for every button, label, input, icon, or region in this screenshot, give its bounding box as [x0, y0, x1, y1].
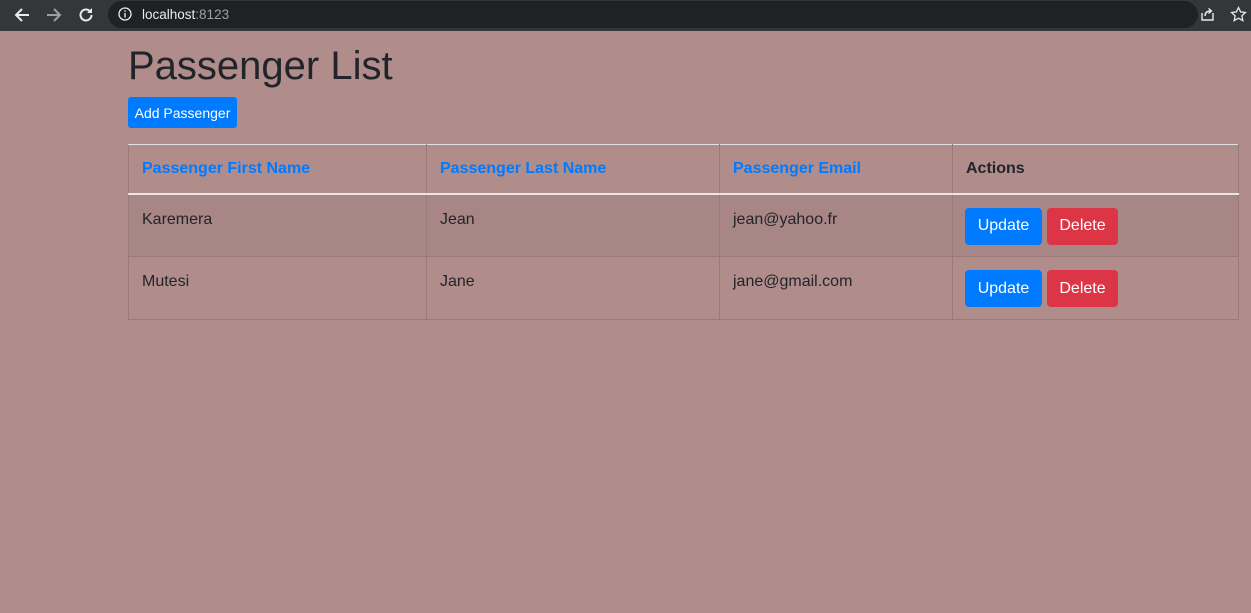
update-button[interactable]: Update	[965, 270, 1042, 307]
share-icon[interactable]	[1199, 6, 1216, 23]
cell-first-name: Karemera	[128, 193, 427, 257]
page-title: Passenger List	[128, 44, 393, 88]
table-header-row: Passenger First Name Passenger Last Name…	[128, 144, 1239, 195]
cell-last-name: Jane	[426, 256, 720, 320]
header-actions: Actions	[952, 144, 1239, 195]
header-email[interactable]: Passenger Email	[719, 144, 953, 195]
add-passenger-button[interactable]: Add Passenger	[128, 97, 237, 128]
header-last-name[interactable]: Passenger Last Name	[426, 144, 720, 195]
cell-actions: Update Delete	[952, 193, 1239, 257]
delete-button[interactable]: Delete	[1047, 207, 1118, 245]
cell-email: jane@gmail.com	[719, 256, 953, 320]
star-icon[interactable]	[1230, 6, 1247, 23]
url-host: localhost	[142, 7, 196, 22]
table-row: Karemera Jean jean@yahoo.fr Update Delete	[128, 193, 1239, 257]
header-first-name[interactable]: Passenger First Name	[128, 144, 427, 195]
address-bar[interactable]	[108, 1, 1198, 28]
cell-actions: Update Delete	[952, 256, 1239, 320]
url-port: :8123	[195, 7, 230, 22]
delete-button[interactable]: Delete	[1047, 270, 1118, 307]
table-row: Mutesi Jane jane@gmail.com Update Delete	[128, 256, 1239, 320]
browser-toolbar: localhost:8123	[0, 0, 1251, 31]
cell-last-name: Jean	[426, 193, 720, 257]
forward-arrow-icon[interactable]	[44, 5, 64, 25]
cell-first-name: Mutesi	[128, 256, 427, 320]
reload-icon[interactable]	[76, 5, 96, 25]
update-button[interactable]: Update	[965, 207, 1042, 245]
passenger-table: Passenger First Name Passenger Last Name…	[128, 144, 1239, 320]
address-url[interactable]: localhost:8123	[142, 7, 229, 22]
back-arrow-icon[interactable]	[12, 5, 32, 25]
info-icon[interactable]	[118, 7, 132, 21]
cell-email: jean@yahoo.fr	[719, 193, 953, 257]
